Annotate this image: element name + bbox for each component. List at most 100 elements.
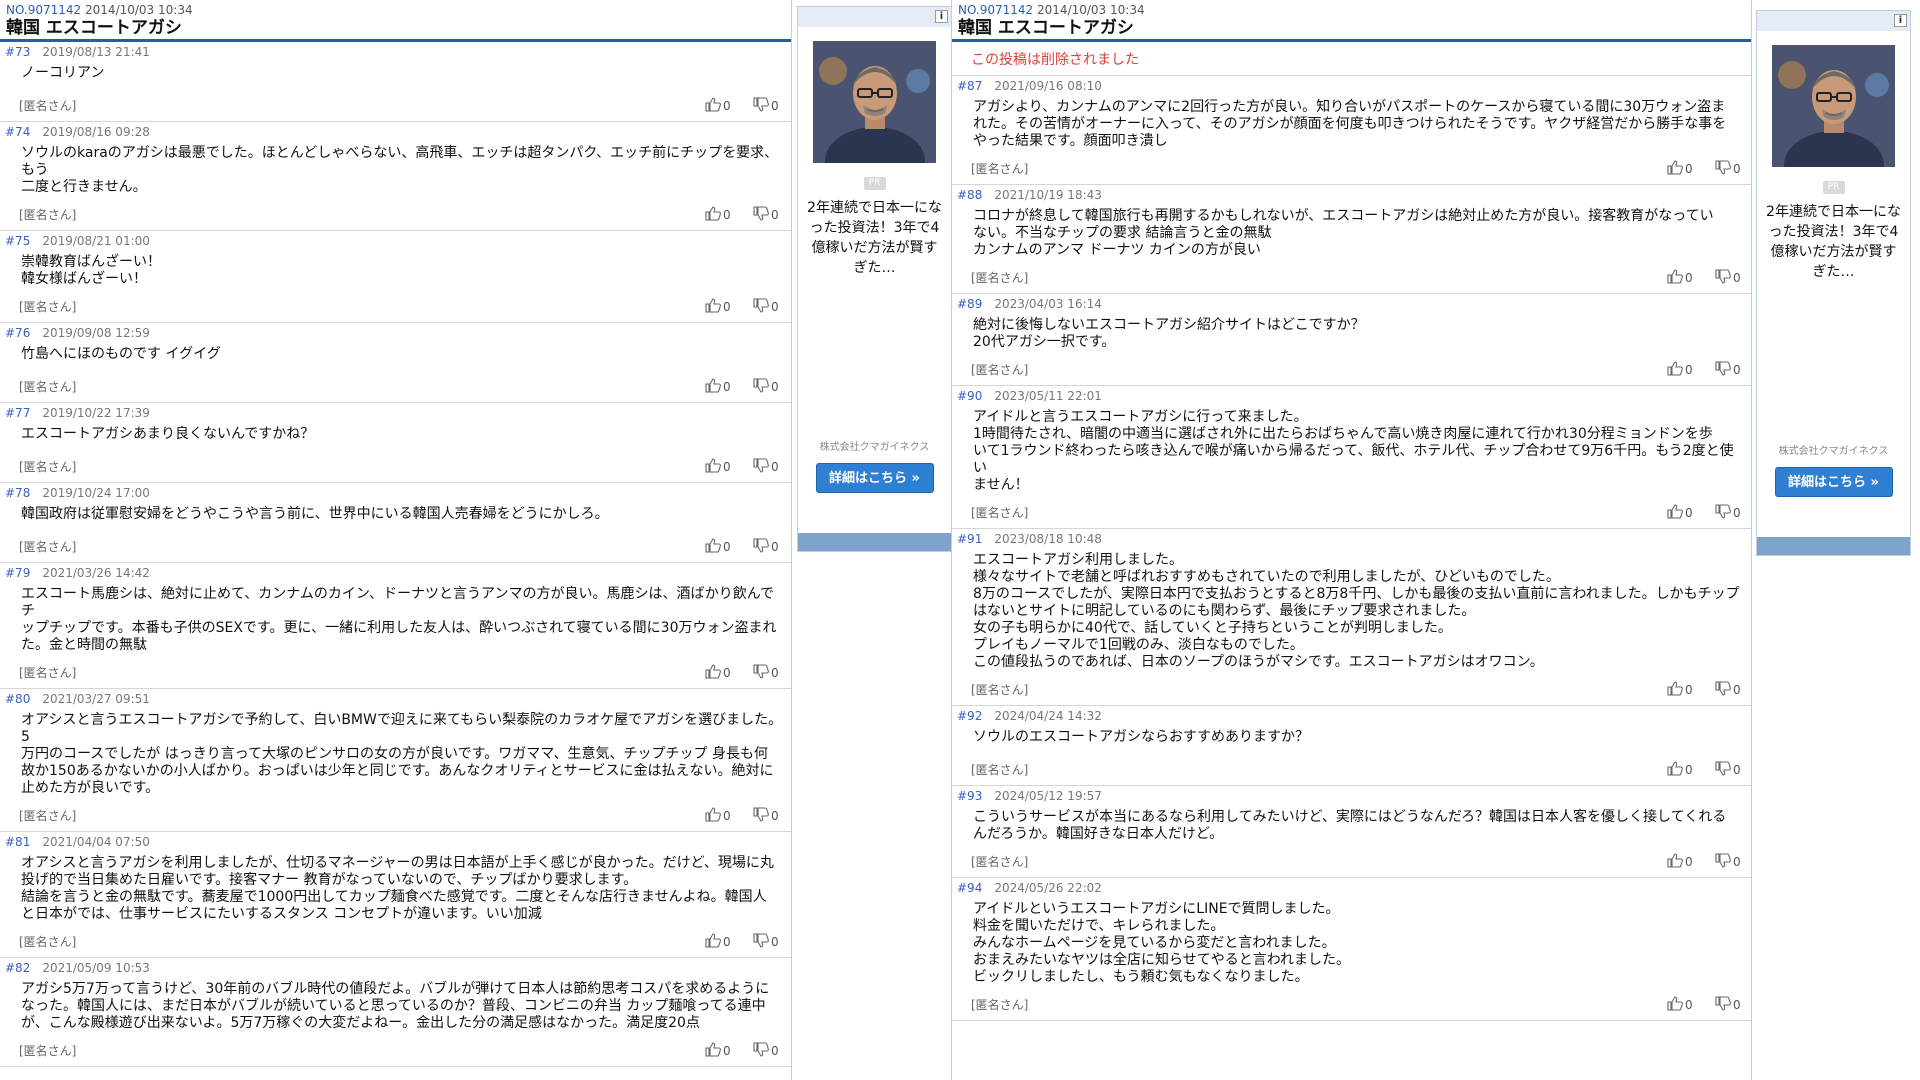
post-number[interactable]: #79 [5,566,30,580]
ad-photo[interactable] [813,41,936,163]
post-number[interactable]: #93 [957,789,982,803]
upvote-button[interactable]: 0 [705,298,731,316]
upvote-button[interactable]: 0 [1667,681,1693,699]
post-author: [匿名さん] [19,666,77,680]
post-author: [匿名さん] [971,763,1029,777]
post-number[interactable]: #81 [5,835,30,849]
ad-panel[interactable]: i PR 2年連続で日本一になった投資法！3年で4億稼いだ方法が賢すぎた… 株式… [1756,10,1911,556]
ad-panel[interactable]: i PR 2年連続で日本一になった投資法！3年で4億稼いだ方法が賢すぎた… 株式… [797,6,952,552]
downvote-count: 0 [1733,763,1741,777]
post-number[interactable]: #91 [957,532,982,546]
upvote-button[interactable]: 0 [1667,160,1693,178]
post-number[interactable]: #76 [5,326,30,340]
upvote-count: 0 [723,99,731,113]
ad-headline[interactable]: 2年連続で日本一になった投資法！3年で4億稼いだ方法が賢すぎた… [1757,194,1910,282]
downvote-button[interactable]: 0 [753,97,779,115]
thumbs-up-icon [1667,761,1683,779]
ad-photo[interactable] [1772,45,1895,167]
post-body: アイドルというエスコートアガシにLINEで質問しました。 料金を聞いただけで、キ… [973,901,1351,985]
post-number[interactable]: #94 [957,881,982,895]
post-number[interactable]: #87 [957,79,982,93]
thumbs-down-icon [753,538,769,556]
post-number[interactable]: #88 [957,188,982,202]
upvote-button[interactable]: 0 [705,97,731,115]
upvote-button[interactable]: 0 [1667,996,1693,1014]
downvote-button[interactable]: 0 [1715,761,1741,779]
post-number[interactable]: #73 [5,45,30,59]
downvote-button[interactable]: 0 [753,538,779,556]
downvote-button[interactable]: 0 [1715,160,1741,178]
post-number[interactable]: #89 [957,297,982,311]
post-footer: [匿名さん] 0 0 [957,843,1751,877]
post-item: #81 2021/04/04 07:50 オアシスと言うアガシを利用しましたが、仕切… [0,832,791,958]
thumbs-up-icon [705,933,721,951]
downvote-count: 0 [1733,855,1741,869]
ad-headline[interactable]: 2年連続で日本一になった投資法！3年で4億稼いだ方法が賢すぎた… [798,190,951,278]
downvote-button[interactable]: 0 [753,378,779,396]
downvote-button[interactable]: 0 [1715,681,1741,699]
downvote-button[interactable]: 0 [753,298,779,316]
post-author: [匿名さん] [19,460,77,474]
upvote-button[interactable]: 0 [1667,504,1693,522]
upvote-button[interactable]: 0 [1667,361,1693,379]
post-number[interactable]: #80 [5,692,30,706]
post-body: 竹島へにほのものです イグイグ [21,346,221,362]
upvote-button[interactable]: 0 [705,933,731,951]
downvote-count: 0 [771,666,779,680]
downvote-button[interactable]: 0 [753,933,779,951]
post-number[interactable]: #74 [5,125,30,139]
upvote-button[interactable]: 0 [705,1042,731,1060]
upvote-count: 0 [1685,506,1693,520]
post-body: ソウルのkaraのアガシは最悪でした。ほとんどしゃべらない、高飛車、エッチは超タ… [21,145,779,195]
post-body: アイドルと言うエスコートアガシに行って来ました。 1時間待たされ、暗闇の中適当に… [973,409,1734,493]
post-date: 2021/03/27 09:51 [42,692,150,706]
downvote-button[interactable]: 0 [1715,269,1741,287]
post-number[interactable]: #77 [5,406,30,420]
thread-number[interactable]: NO.9071142 [958,3,1033,17]
ad-details-button[interactable]: 詳細はこちら » [815,463,934,493]
downvote-button[interactable]: 0 [753,458,779,476]
post-number[interactable]: #75 [5,234,30,248]
downvote-button[interactable]: 0 [753,664,779,682]
upvote-count: 0 [723,208,731,222]
post-body: エスコート馬鹿シは、絶対に止めて、カンナムのカイン、ドーナツと言うアンマの方が良… [21,586,777,653]
upvote-button[interactable]: 0 [705,664,731,682]
post-item: #82 2021/05/09 10:53 アガシ5万7万って言うけど、30年前のバブ… [0,958,791,1067]
upvote-button[interactable]: 0 [705,458,731,476]
downvote-count: 0 [771,380,779,394]
downvote-button[interactable]: 0 [753,1042,779,1060]
thread-number[interactable]: NO.9071142 [6,3,81,17]
post-list: #87 2021/09/16 08:10 アガシより、カンナムのアンマに2回行った方… [952,76,1751,1021]
post-header: #73 2019/08/13 21:41 [5,44,791,61]
post-number[interactable]: #78 [5,486,30,500]
upvote-button[interactable]: 0 [705,206,731,224]
post-body: オアシスと言うアガシを利用しましたが、仕切るマネージャーの男は日本語が上手く感じ… [21,855,774,922]
downvote-button[interactable]: 0 [1715,504,1741,522]
post-header: #75 2019/08/21 01:00 [5,233,791,250]
upvote-button[interactable]: 0 [1667,761,1693,779]
thumbs-down-icon [753,807,769,825]
post-number[interactable]: #90 [957,389,982,403]
downvote-button[interactable]: 0 [1715,996,1741,1014]
upvote-button[interactable]: 0 [705,378,731,396]
upvote-button[interactable]: 0 [1667,269,1693,287]
upvote-button[interactable]: 0 [705,807,731,825]
ad-company: 株式会社クマガイネクス [1778,446,1889,457]
info-icon[interactable]: i [1894,14,1907,27]
post-footer: [匿名さん] 0 0 [5,448,791,482]
info-icon[interactable]: i [935,10,948,23]
downvote-button[interactable]: 0 [1715,361,1741,379]
downvote-button[interactable]: 0 [753,206,779,224]
ad-details-button[interactable]: 詳細はこちら » [1774,467,1893,497]
upvote-button[interactable]: 0 [1667,853,1693,871]
post-footer: [匿名さん] 0 0 [5,87,791,121]
downvote-button[interactable]: 0 [1715,853,1741,871]
post-number[interactable]: #82 [5,961,30,975]
upvote-button[interactable]: 0 [705,538,731,556]
post-author: [匿名さん] [19,809,77,823]
thumbs-down-icon [753,664,769,682]
post-number[interactable]: #92 [957,709,982,723]
post-footer: [匿名さん] 0 0 [5,368,791,402]
post-author: [匿名さん] [971,363,1029,377]
downvote-button[interactable]: 0 [753,807,779,825]
